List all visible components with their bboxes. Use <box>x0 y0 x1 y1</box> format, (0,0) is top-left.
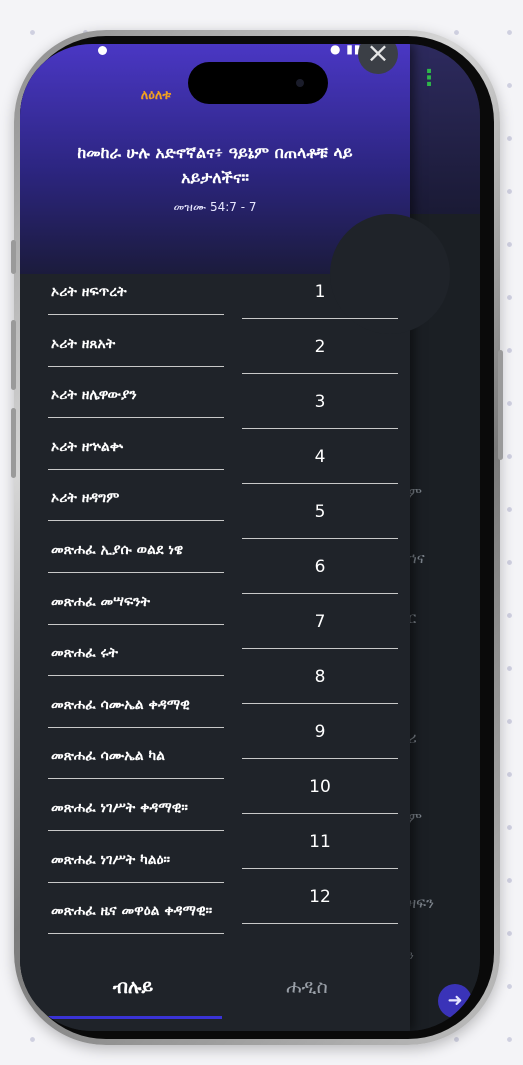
divider <box>242 318 398 319</box>
divider <box>48 778 224 779</box>
next-arrow-icon[interactable]: ➜ <box>438 984 472 1018</box>
divider <box>48 727 224 728</box>
book-name[interactable]: መጽሐፈ ነገሥት ካልዕ። <box>51 852 231 868</box>
divider <box>48 830 224 831</box>
book-name[interactable]: መጽሐፈ ሩት <box>51 645 231 661</box>
book-name[interactable]: ኦሪት ዘፍጥረት <box>51 284 231 300</box>
verse-reference: መዝሙ 54:7 - 7 <box>173 200 257 214</box>
status-indicator <box>98 46 107 55</box>
book-name[interactable]: መጽሐፈ ሳሙኤል ቀዳማዊ <box>51 697 231 713</box>
chapter-number[interactable]: 8 <box>242 667 398 687</box>
tab-old-testament[interactable]: ብሉይ <box>48 976 218 998</box>
book-name[interactable]: ኦሪት ዘዳግም <box>51 490 231 506</box>
divider <box>242 483 398 484</box>
divider <box>48 882 224 883</box>
divider <box>242 373 398 374</box>
divider <box>48 624 224 625</box>
chapter-number[interactable]: 6 <box>242 557 398 577</box>
app-screen: ⋮ ም ም ኀና ር ሪ ም ዛፍን ን ➜ ለዕለቱ ከመከራ ሁሉ አድኖኛ… <box>20 44 480 1031</box>
divider <box>242 648 398 649</box>
book-name[interactable]: መጽሐፈ መሣፍንት <box>51 594 231 610</box>
divider <box>242 923 398 924</box>
chapter-number[interactable]: 5 <box>242 502 398 522</box>
book-name[interactable]: ኦሪት ዘጸአት <box>51 336 231 352</box>
divider <box>48 933 224 934</box>
chapter-number[interactable]: 3 <box>242 392 398 412</box>
chapter-number[interactable]: 9 <box>242 722 398 742</box>
book-name[interactable]: ኦሪት ዘኍልቍ <box>51 439 231 455</box>
divider <box>48 469 224 470</box>
book-name[interactable]: ኦሪት ዘሌዋውያን <box>51 387 231 403</box>
divider <box>242 428 398 429</box>
tab-indicator <box>48 1016 222 1019</box>
chapter-number[interactable]: 10 <box>242 777 398 797</box>
background-text: ዛፍን <box>408 894 434 912</box>
divider <box>48 314 224 315</box>
side-button <box>11 240 16 274</box>
books-drawer: ለዕለቱ ከመከራ ሁሉ አድኖኛልና፥ ዓይኔም በጠላቶቹ ላይ አይታለች… <box>20 44 450 1031</box>
background-text: ም <box>408 484 423 502</box>
testament-tabs: ብሉይ ሐዲስ <box>20 954 410 1031</box>
background-text: ኀና <box>408 549 425 567</box>
book-name[interactable]: መጽሐፈ ሳሙኤል ካል <box>51 748 231 764</box>
daily-verse-text: ከመከራ ሁሉ አድኖኛልና፥ ዓይኔም በጠላቶቹ ላይ አይታለችና። <box>77 143 353 187</box>
chapter-number[interactable]: 12 <box>242 887 398 907</box>
more-menu-icon[interactable]: ⋮ <box>418 68 440 90</box>
background-text: ም <box>408 809 423 827</box>
divider <box>48 520 224 521</box>
divider <box>242 538 398 539</box>
divider <box>242 703 398 704</box>
divider <box>242 813 398 814</box>
book-name[interactable]: መጽሐፈ ኢያሱ ወልደ ነዌ <box>51 542 231 558</box>
divider <box>48 572 224 573</box>
divider <box>48 366 224 367</box>
tab-new-testament[interactable]: ሐዲስ <box>222 976 392 998</box>
divider <box>242 868 398 869</box>
power-button <box>498 350 503 460</box>
chapter-number[interactable]: 11 <box>242 832 398 852</box>
volume-down-button <box>11 408 16 478</box>
chapter-number[interactable]: 2 <box>242 337 398 357</box>
divider <box>48 417 224 418</box>
chapter-number[interactable]: 1 <box>242 282 398 302</box>
divider <box>48 675 224 676</box>
divider <box>242 593 398 594</box>
book-name[interactable]: መጽሐፈ ዜና መዋዕል ቀዳማዊ። <box>51 903 231 919</box>
divider <box>242 758 398 759</box>
volume-up-button <box>11 320 16 390</box>
chapter-number[interactable]: 4 <box>242 447 398 467</box>
chapter-number[interactable]: 7 <box>242 612 398 632</box>
camera-icon <box>296 79 304 87</box>
dynamic-island <box>188 62 328 104</box>
book-name[interactable]: መጽሐፈ ነገሥት ቀዳማዊ። <box>51 800 231 816</box>
